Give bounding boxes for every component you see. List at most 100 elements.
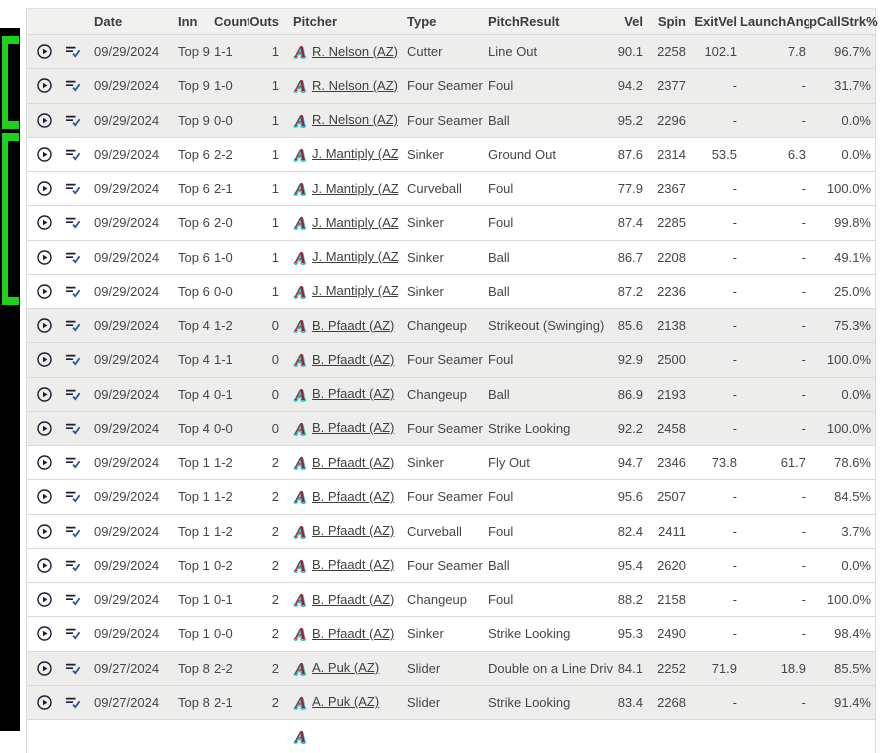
cell-launch-angle: 18.9 — [740, 652, 809, 685]
cell-pitch-type: Four Seamer — [399, 549, 483, 582]
cell-date: 09/29/2024 — [85, 138, 175, 171]
cell-pitch-result: Ball — [483, 104, 613, 137]
cell-pitch-type: Sinker — [399, 617, 483, 650]
pitcher-link[interactable]: B. Pfaadt (AZ) — [312, 412, 394, 445]
playlist-check-button[interactable] — [61, 446, 85, 479]
pitcher-link[interactable]: B. Pfaadt (AZ) — [312, 549, 394, 582]
playlist-check-button[interactable] — [61, 583, 85, 616]
playlist-check-button[interactable] — [61, 549, 85, 582]
pitcher-link[interactable]: J. Mantiply (AZ) — [312, 206, 399, 239]
cell-spin: 2411 — [646, 515, 689, 548]
playlist-check-button[interactable] — [61, 480, 85, 513]
playlist-check-button[interactable] — [61, 378, 85, 411]
diamondbacks-logo-icon: A — [293, 420, 308, 437]
cell-exit-velocity: - — [689, 378, 740, 411]
cell-outs: 1 — [249, 104, 283, 137]
cell-count: 1-2 — [211, 480, 249, 513]
cell-inning: Top 1 — [175, 617, 211, 650]
play-video-button[interactable] — [27, 549, 61, 582]
pitcher-link[interactable]: B. Pfaadt (AZ) — [312, 309, 394, 342]
play-video-button[interactable] — [27, 104, 61, 137]
cell-velocity: 92.9 — [613, 343, 646, 376]
playlist-check-button[interactable] — [61, 104, 85, 137]
play-video-button[interactable] — [27, 138, 61, 171]
pitcher-link[interactable]: J. Mantiply (AZ) — [312, 172, 399, 205]
cell-count: 2-1 — [211, 172, 249, 205]
playlist-check-button[interactable] — [61, 69, 85, 102]
pitcher-link[interactable]: B. Pfaadt (AZ) — [312, 378, 394, 411]
pitcher-link[interactable]: R. Nelson (AZ) — [312, 104, 398, 137]
play-video-button[interactable] — [27, 206, 61, 239]
cell-velocity: 77.9 — [613, 172, 646, 205]
play-video-button[interactable] — [27, 720, 61, 753]
pitcher-link[interactable]: J. Mantiply (AZ) — [312, 241, 399, 274]
playlist-check-button[interactable] — [61, 652, 85, 685]
playlist-check-button[interactable] — [61, 275, 85, 308]
cell-date: 09/29/2024 — [85, 549, 175, 582]
play-video-button[interactable] — [27, 275, 61, 308]
pitcher-link[interactable]: B. Pfaadt (AZ) — [312, 480, 394, 513]
cell-pcallstrk: 0.0% — [809, 104, 878, 137]
cell-pitch-type: Cutter — [399, 35, 483, 68]
cell-launch-angle: - — [740, 309, 809, 342]
cell-count: 0-0 — [211, 275, 249, 308]
pitcher-link[interactable]: B. Pfaadt (AZ) — [312, 515, 394, 548]
play-video-button[interactable] — [27, 378, 61, 411]
playlist-check-button[interactable] — [61, 617, 85, 650]
cell-pitch-type: Sinker — [399, 446, 483, 479]
cell-launch-angle: - — [740, 549, 809, 582]
playlist-check-button[interactable] — [61, 138, 85, 171]
play-video-button[interactable] — [27, 480, 61, 513]
cell-velocity: 95.4 — [613, 549, 646, 582]
play-video-button[interactable] — [27, 35, 61, 68]
cell-pitcher: A J. Mantiply (AZ) — [283, 172, 399, 205]
pitcher-link[interactable]: B. Pfaadt (AZ) — [312, 446, 394, 479]
pitcher-link[interactable]: B. Pfaadt (AZ) — [312, 583, 394, 616]
pitcher-link[interactable]: J. Mantiply (AZ) — [312, 138, 399, 171]
column-header-play — [27, 9, 61, 34]
playlist-check-button[interactable] — [61, 35, 85, 68]
play-video-button[interactable] — [27, 515, 61, 548]
play-video-button[interactable] — [27, 241, 61, 274]
cell-count: 0-1 — [211, 378, 249, 411]
cell-pitcher: A — [283, 720, 399, 753]
play-video-button[interactable] — [27, 686, 61, 719]
cell-velocity: 87.6 — [613, 138, 646, 171]
pitcher-link[interactable]: A. Puk (AZ) — [312, 652, 379, 685]
playlist-check-button[interactable] — [61, 241, 85, 274]
pitcher-link[interactable]: R. Nelson (AZ) — [312, 69, 398, 102]
play-video-button[interactable] — [27, 617, 61, 650]
playlist-check-button[interactable] — [61, 686, 85, 719]
playlist-check-button[interactable] — [61, 515, 85, 548]
play-video-button[interactable] — [27, 69, 61, 102]
playlist-check-button[interactable] — [61, 206, 85, 239]
table-row: 09/29/2024 Top 6 2-0 1 A J. Mantiply (AZ… — [27, 205, 875, 239]
diamondbacks-logo-icon: A — [293, 625, 308, 642]
column-header-pitcher: Pitcher — [283, 9, 399, 34]
play-video-button[interactable] — [27, 583, 61, 616]
cell-velocity: 84.1 — [613, 652, 646, 685]
cell-outs: 0 — [249, 309, 283, 342]
playlist-check-button[interactable] — [61, 172, 85, 205]
playlist-check-button[interactable] — [61, 412, 85, 445]
cell-exit-velocity: - — [689, 549, 740, 582]
play-video-button[interactable] — [27, 343, 61, 376]
pitcher-link[interactable]: B. Pfaadt (AZ) — [312, 617, 394, 650]
cell-spin: 2138 — [646, 309, 689, 342]
cell-count — [211, 720, 249, 753]
pitcher-link[interactable]: R. Nelson (AZ) — [312, 35, 398, 68]
play-video-button[interactable] — [27, 309, 61, 342]
playlist-check-button[interactable] — [61, 343, 85, 376]
cell-pitch-result: Ball — [483, 275, 613, 308]
pitcher-link[interactable]: A. Puk (AZ) — [312, 686, 379, 719]
playlist-check-button[interactable] — [61, 309, 85, 342]
play-video-button[interactable] — [27, 652, 61, 685]
play-video-button[interactable] — [27, 446, 61, 479]
cell-outs: 0 — [249, 378, 283, 411]
playlist-check-button[interactable] — [61, 720, 85, 753]
cell-pitch-result: Ball — [483, 378, 613, 411]
pitcher-link[interactable]: J. Mantiply (AZ) — [312, 275, 399, 308]
pitcher-link[interactable]: B. Pfaadt (AZ) — [312, 343, 394, 376]
play-video-button[interactable] — [27, 412, 61, 445]
play-video-button[interactable] — [27, 172, 61, 205]
